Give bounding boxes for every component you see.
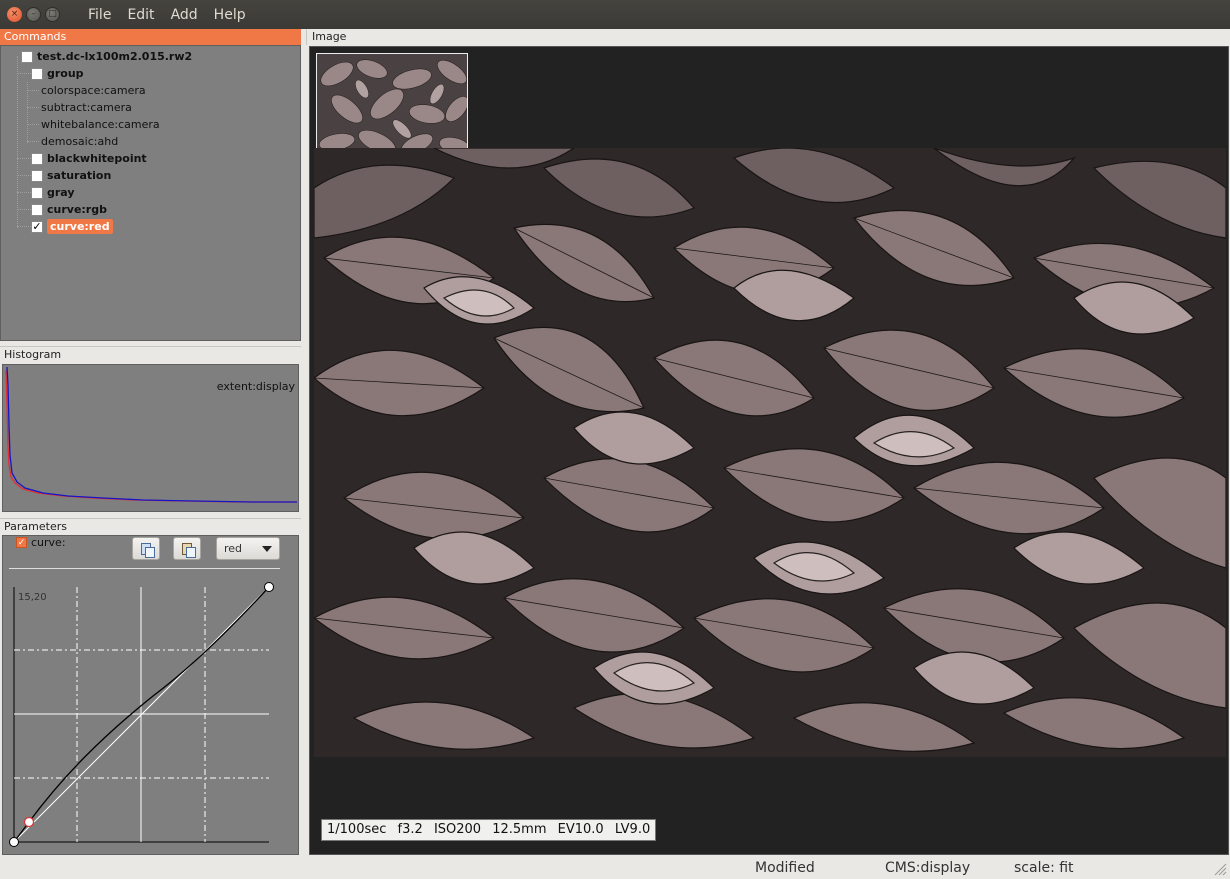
curve-handle bbox=[264, 582, 274, 592]
image-thumbnail[interactable] bbox=[316, 53, 468, 156]
tree-leaf-demosaic[interactable]: demosaic:ahd bbox=[41, 133, 118, 150]
tree-root[interactable]: test.dc-lx100m2.015.rw2 bbox=[21, 48, 192, 65]
close-window-button[interactable]: × bbox=[7, 7, 22, 22]
root-checkbox[interactable] bbox=[21, 50, 33, 63]
tree-guide-line bbox=[17, 73, 31, 74]
leaf-label: whitebalance:camera bbox=[41, 118, 160, 131]
resize-grip-icon[interactable] bbox=[1213, 862, 1227, 876]
leaf-label: subtract:camera bbox=[41, 101, 132, 114]
curve-handle bbox=[9, 837, 19, 847]
tree-guide-line bbox=[27, 107, 39, 108]
tree-item-blackwhitepoint[interactable]: blackwhitepoint bbox=[31, 150, 147, 167]
menu-edit[interactable]: Edit bbox=[119, 7, 162, 23]
exif-iso: ISO200 bbox=[433, 822, 482, 837]
menu-add[interactable]: Add bbox=[163, 7, 206, 23]
histogram-blue-curve bbox=[6, 366, 297, 503]
image-view[interactable]: 1/100sec f3.2 ISO200 12.5mm EV10.0 LV9.0 bbox=[309, 46, 1229, 855]
tree-guide-line bbox=[27, 141, 39, 142]
item-checkbox[interactable] bbox=[31, 152, 43, 165]
tree-guide-line bbox=[17, 175, 31, 176]
histogram-red-curve bbox=[5, 369, 297, 503]
window-controls: × – □ bbox=[7, 7, 60, 22]
leaf-label: colorspace:camera bbox=[41, 84, 146, 97]
item-label: blackwhitepoint bbox=[47, 152, 147, 165]
tree-guide-line bbox=[27, 82, 28, 143]
file-name-label: test.dc-lx100m2.015.rw2 bbox=[37, 50, 193, 63]
exif-info: 1/100sec f3.2 ISO200 12.5mm EV10.0 LV9.0 bbox=[321, 819, 657, 841]
tree-item-saturation[interactable]: saturation bbox=[31, 167, 111, 184]
minimize-window-button[interactable]: – bbox=[26, 7, 41, 22]
exif-aperture: f3.2 bbox=[397, 822, 423, 837]
item-checkbox[interactable] bbox=[31, 203, 43, 216]
item-label: curve:rgb bbox=[47, 203, 107, 216]
tree-item-curve-red[interactable]: ✓ curve:red bbox=[31, 218, 113, 235]
tree-guide-line bbox=[17, 226, 31, 227]
main-photo bbox=[314, 148, 1226, 757]
menu-help[interactable]: Help bbox=[206, 7, 254, 23]
leaf-label: demosaic:ahd bbox=[41, 135, 119, 148]
maximize-window-button[interactable]: □ bbox=[45, 7, 60, 22]
commands-panel-title: Commands bbox=[0, 29, 301, 45]
item-checkbox-checked[interactable]: ✓ bbox=[31, 220, 43, 233]
item-label-selected: curve:red bbox=[47, 219, 113, 234]
status-modified: Modified bbox=[755, 860, 815, 876]
tree-guide-line bbox=[27, 124, 39, 125]
menu-file[interactable]: File bbox=[80, 7, 119, 23]
tree-leaf-whitebalance[interactable]: whitebalance:camera bbox=[41, 116, 160, 133]
tree-guide-line bbox=[27, 90, 39, 91]
item-checkbox[interactable] bbox=[31, 169, 43, 182]
group-label: group bbox=[47, 67, 84, 80]
thumbnail-photo bbox=[317, 54, 467, 155]
status-cms: CMS:display bbox=[885, 860, 971, 876]
parameters-view: ✓ curve: red 15,20 bbox=[2, 535, 299, 855]
exif-shutter: 1/100sec bbox=[327, 822, 387, 837]
histogram-plot bbox=[5, 366, 297, 503]
title-bar: × – □ File Edit Add Help bbox=[0, 0, 1230, 29]
commands-tree: test.dc-lx100m2.015.rw2 group colorspace… bbox=[0, 45, 301, 341]
exif-ev: EV10.0 bbox=[557, 822, 604, 837]
group-checkbox[interactable] bbox=[31, 67, 43, 80]
tree-guide-line bbox=[17, 158, 31, 159]
parameters-panel-title: Parameters bbox=[0, 518, 301, 534]
leaves-photo bbox=[314, 148, 1226, 757]
status-scale: scale: fit bbox=[1014, 860, 1074, 876]
item-label: saturation bbox=[47, 169, 112, 182]
histogram-panel-title: Histogram bbox=[0, 346, 301, 362]
item-checkbox[interactable] bbox=[31, 186, 43, 199]
tree-leaf-colorspace[interactable]: colorspace:camera bbox=[41, 82, 146, 99]
curve-editor[interactable] bbox=[3, 536, 298, 851]
item-label: gray bbox=[47, 186, 75, 199]
image-panel-title: Image bbox=[306, 29, 1230, 45]
tree-guide-line bbox=[17, 56, 18, 228]
tree-guide-line bbox=[17, 209, 31, 210]
exif-lv: LV9.0 bbox=[614, 822, 651, 837]
exif-focal-length: 12.5mm bbox=[492, 822, 547, 837]
histogram-view: extent:display bbox=[2, 364, 299, 512]
curve-handle-selected bbox=[23, 816, 35, 828]
tree-item-group[interactable]: group bbox=[31, 65, 84, 82]
tree-item-curve-rgb[interactable]: curve:rgb bbox=[31, 201, 107, 218]
menu-bar: File Edit Add Help bbox=[80, 7, 254, 23]
status-bar: Modified CMS:display scale: fit bbox=[0, 858, 1230, 879]
tree-leaf-subtract[interactable]: subtract:camera bbox=[41, 99, 132, 116]
tree-guide-line bbox=[17, 192, 31, 193]
tree-item-gray[interactable]: gray bbox=[31, 184, 75, 201]
